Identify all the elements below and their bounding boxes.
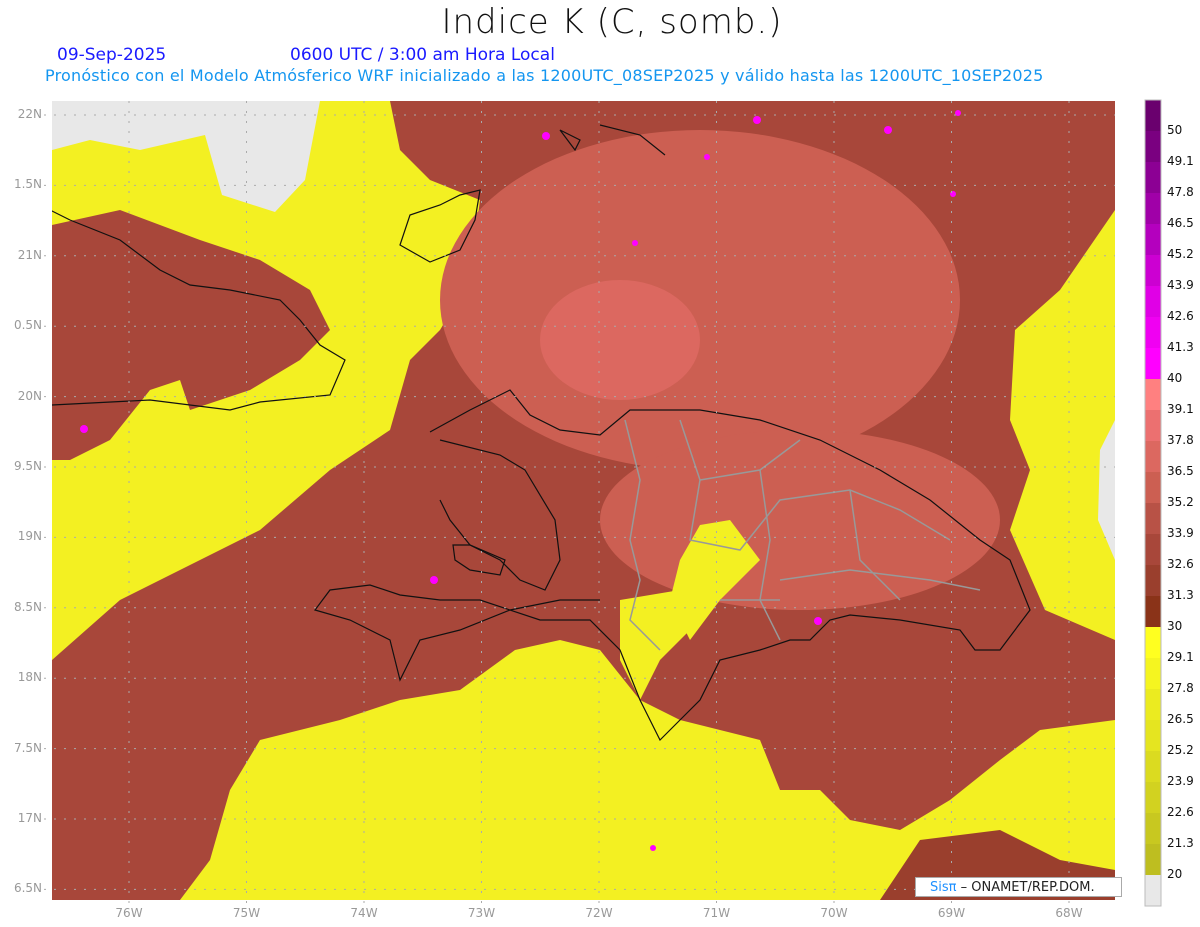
color-scale-label: 35.2 bbox=[1167, 495, 1194, 509]
color-scale-label: 47.8 bbox=[1167, 185, 1194, 199]
color-scale-label: 37.8 bbox=[1167, 433, 1194, 447]
lon-label: 73W bbox=[467, 906, 496, 920]
lat-label: 7.5N bbox=[13, 740, 42, 755]
lat-label: 17N bbox=[17, 811, 42, 825]
lat-label: 18N bbox=[17, 670, 42, 685]
lon-label: 68W bbox=[1055, 906, 1083, 920]
color-scale-swatch bbox=[1145, 472, 1161, 504]
color-scale-label: 21.3 bbox=[1167, 836, 1194, 850]
color-scale-bar bbox=[1145, 100, 1161, 907]
color-scale-label: 20 bbox=[1167, 867, 1183, 881]
color-scale-label: 23.9 bbox=[1167, 774, 1194, 788]
color-scale-swatch bbox=[1145, 131, 1161, 163]
color-scale-label: 36.5 bbox=[1167, 464, 1194, 478]
lat-label: 19N bbox=[17, 529, 42, 544]
lon-label: 69W bbox=[937, 906, 966, 920]
lat-label: 1.5N bbox=[13, 177, 42, 192]
color-scale-label: 41.3 bbox=[1167, 340, 1194, 354]
lon-label: 71W bbox=[702, 906, 731, 920]
lat-label: 8.5N bbox=[13, 599, 42, 614]
color-scale-swatch bbox=[1145, 410, 1161, 442]
color-scale-swatch bbox=[1145, 596, 1161, 628]
color-scale-label: 31.3 bbox=[1167, 588, 1194, 602]
lon-label: 70W bbox=[820, 906, 848, 920]
color-scale-swatch bbox=[1145, 844, 1161, 876]
color-scale-label: 27.8 bbox=[1167, 681, 1194, 695]
color-scale-label: 25.2 bbox=[1167, 743, 1194, 757]
color-scale-swatch bbox=[1145, 627, 1161, 659]
color-scale-swatch bbox=[1145, 658, 1161, 690]
high-k-core bbox=[440, 130, 960, 470]
color-scale-swatch bbox=[1145, 441, 1161, 473]
color-scale-swatch bbox=[1145, 782, 1161, 814]
lat-label: 22N bbox=[17, 107, 42, 121]
color-scale-swatch bbox=[1145, 534, 1161, 566]
lat-label: 9.5N bbox=[13, 459, 42, 473]
color-scale-swatch bbox=[1145, 100, 1161, 132]
color-scale-label: 33.9 bbox=[1167, 526, 1194, 540]
color-scale-label: 22.6 bbox=[1167, 805, 1194, 819]
color-scale-swatch bbox=[1145, 286, 1161, 318]
lat-label: 20N bbox=[17, 388, 42, 403]
credit-org: – ONAMET/REP.DOM. bbox=[960, 880, 1095, 895]
lon-label: 72W bbox=[585, 906, 613, 920]
color-scale-label: 43.9 bbox=[1167, 278, 1194, 292]
k-index-map bbox=[44, 99, 1162, 907]
color-scale-swatch bbox=[1145, 317, 1161, 349]
color-scale-label: 40 bbox=[1167, 371, 1183, 385]
color-scale-label: 32.6 bbox=[1167, 557, 1194, 571]
color-scale-swatch bbox=[1145, 255, 1161, 287]
lat-label: 6.5N bbox=[13, 881, 42, 896]
color-scale-swatch bbox=[1145, 348, 1161, 380]
credit-box: Sisπ – ONAMET/REP.DOM. bbox=[915, 877, 1122, 897]
color-scale-label: 26.5 bbox=[1167, 712, 1194, 726]
color-scale-swatch bbox=[1145, 720, 1161, 752]
color-scale-label: 39.1 bbox=[1167, 402, 1194, 416]
color-scale-swatch bbox=[1145, 813, 1161, 845]
color-scale-swatch bbox=[1145, 193, 1161, 225]
color-scale-swatch bbox=[1145, 565, 1161, 597]
color-scale-swatch bbox=[1145, 689, 1161, 721]
color-scale-label: 49.1 bbox=[1167, 154, 1194, 168]
lon-label: 76W bbox=[115, 906, 143, 920]
lat-label: 0.5N bbox=[13, 318, 42, 333]
color-scale-swatch bbox=[1145, 224, 1161, 256]
sispi-logo: Sisπ bbox=[930, 880, 957, 895]
color-scale-swatch bbox=[1145, 875, 1161, 907]
high-k-core-dr bbox=[600, 430, 1000, 610]
color-scale-label: 42.6 bbox=[1167, 309, 1194, 323]
color-scale-label: 29.1 bbox=[1167, 650, 1194, 664]
color-scale-label: 46.5 bbox=[1167, 216, 1194, 230]
high-k-peak bbox=[540, 280, 700, 400]
lon-label: 75W bbox=[232, 906, 261, 920]
color-scale-label: 30 bbox=[1167, 619, 1183, 633]
color-scale-label: 45.2 bbox=[1167, 247, 1194, 261]
color-scale-swatch bbox=[1145, 379, 1161, 411]
color-scale-swatch bbox=[1145, 751, 1161, 783]
lon-label: 74W bbox=[350, 906, 378, 920]
color-scale-label: 50 bbox=[1167, 123, 1183, 137]
lat-label: 21N bbox=[17, 247, 42, 262]
color-scale-swatch bbox=[1145, 503, 1161, 535]
color-scale-swatch bbox=[1145, 162, 1161, 194]
